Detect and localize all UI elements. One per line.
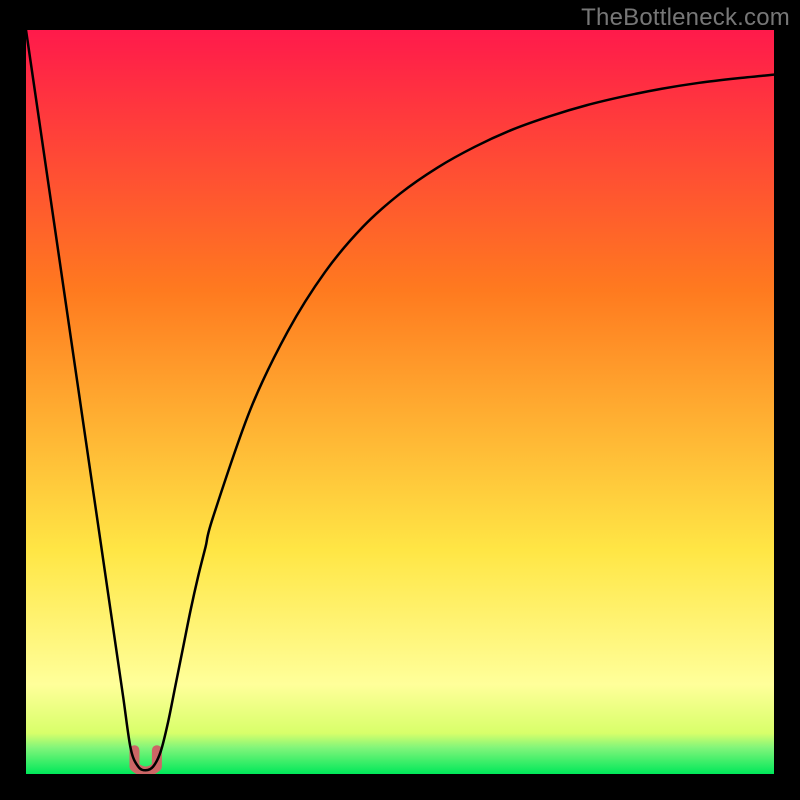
chart-background <box>26 30 774 774</box>
chart-frame: { "watermark": "TheBottleneck.com", "col… <box>0 0 800 800</box>
bottleneck-chart <box>26 30 774 774</box>
watermark-text: TheBottleneck.com <box>581 4 790 32</box>
